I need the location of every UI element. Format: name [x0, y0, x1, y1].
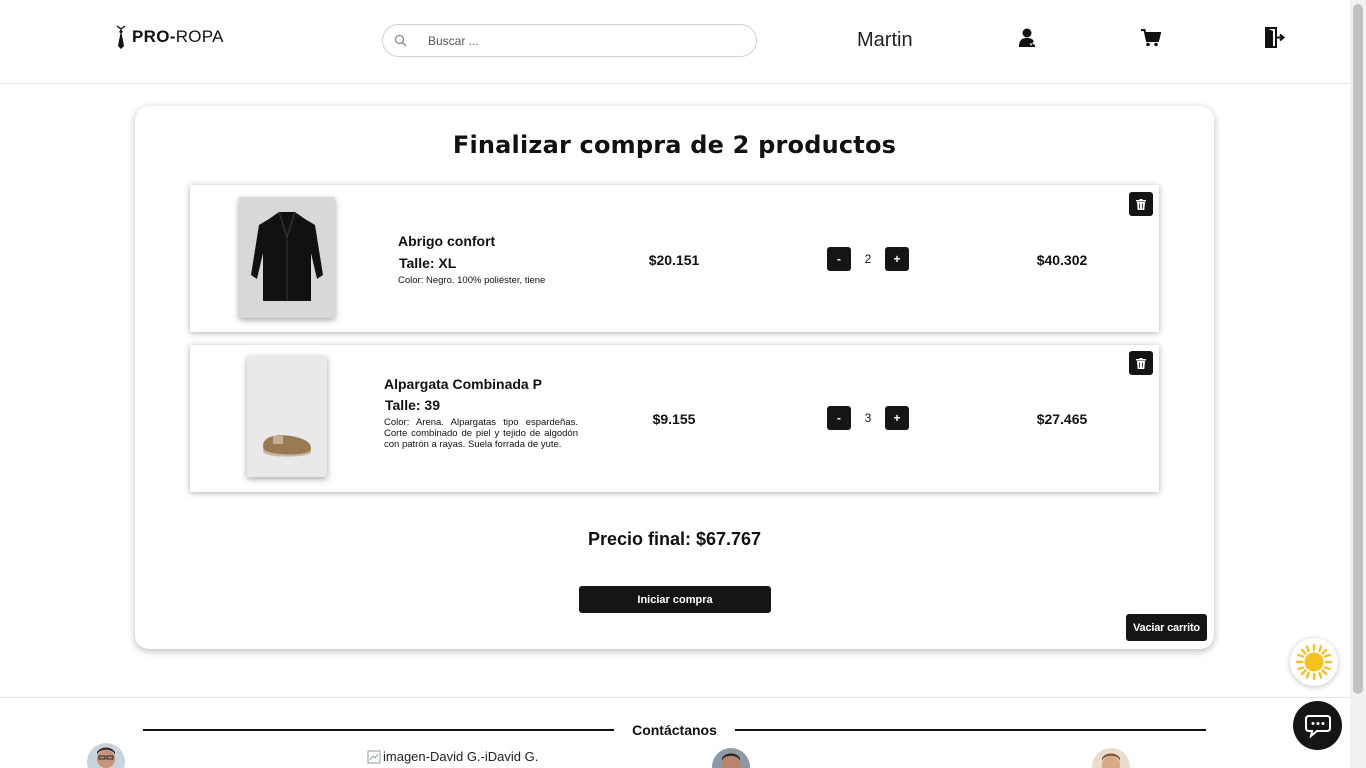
logout-icon[interactable] — [1265, 27, 1285, 48]
item-unit-price: $20.151 — [648, 252, 700, 268]
item-description: Color: Arena. Alpargatas tipo espardeñas… — [384, 417, 578, 450]
cart-icon[interactable] — [1141, 29, 1161, 47]
tie-logo-icon — [116, 25, 126, 49]
page: PRO-ROPA Martin — [0, 0, 1366, 768]
broken-image-alt: imagen-David G.-iDavid G. — [383, 749, 539, 764]
espadrille-image[interactable] — [247, 356, 327, 477]
delete-item-button[interactable] — [1129, 351, 1153, 375]
logo[interactable]: PRO-ROPA — [114, 24, 224, 50]
item-total: $40.302 — [1036, 252, 1088, 268]
quantity-value: 2 — [864, 252, 872, 266]
search-input[interactable] — [428, 33, 728, 48]
chat-icon — [1304, 714, 1331, 738]
start-purchase-button[interactable]: Iniciar compra — [579, 586, 771, 613]
contact-title: Contáctanos — [632, 722, 717, 738]
broken-image-icon — [367, 750, 381, 763]
coat-image[interactable] — [239, 197, 335, 318]
broken-image: imagen-David G.-iDavid G. — [367, 749, 538, 764]
increase-qty-button[interactable]: + — [885, 247, 909, 271]
decrease-qty-button[interactable]: - — [827, 247, 851, 271]
item-unit-price: $9.155 — [652, 411, 696, 427]
divider-right — [735, 729, 1206, 731]
trash-icon — [1136, 357, 1146, 369]
item-size: Talle: XL — [399, 255, 457, 271]
chat-button[interactable] — [1293, 701, 1342, 750]
sun-icon — [1295, 643, 1333, 681]
trash-icon — [1136, 198, 1146, 210]
item-total: $27.465 — [1036, 411, 1088, 427]
item-description: Color: Negro. 100% poliéster, tiene — [398, 275, 546, 286]
navbar: PRO-ROPA Martin — [0, 0, 1350, 84]
cart-item: Abrigo confort Talle: XL Color: Negro. 1… — [190, 185, 1159, 332]
final-price: Precio final: $67.767 — [587, 529, 762, 549]
username: Martin — [857, 29, 913, 51]
cart-item: Alpargata Combinada P Talle: 39 Color: A… — [190, 345, 1159, 492]
quantity-value: 3 — [864, 411, 872, 425]
delete-item-button[interactable] — [1129, 192, 1153, 216]
logo-light: ROPA — [175, 27, 224, 46]
search-icon[interactable] — [394, 34, 407, 47]
scrollbar-thumb[interactable] — [1353, 4, 1363, 694]
espadrille-illustration — [247, 356, 327, 477]
item-size: Talle: 39 — [385, 397, 440, 413]
logo-bold: PRO- — [132, 27, 176, 46]
logo-text: PRO-ROPA — [132, 27, 224, 47]
checkout-title: Finalizar compra de 2 productos — [452, 131, 897, 159]
search-bar — [382, 24, 757, 57]
empty-cart-button[interactable]: Vaciar carrito — [1126, 614, 1207, 641]
increase-qty-button[interactable]: + — [885, 406, 909, 430]
divider-left — [143, 729, 614, 731]
item-name: Abrigo confort — [398, 233, 496, 249]
item-name: Alpargata Combinada P — [384, 376, 542, 392]
theme-toggle-button[interactable] — [1290, 638, 1338, 686]
user-icon[interactable] — [1019, 28, 1037, 48]
scrollbar[interactable] — [1350, 0, 1366, 768]
decrease-qty-button[interactable]: - — [827, 406, 851, 430]
coat-illustration — [239, 197, 335, 318]
